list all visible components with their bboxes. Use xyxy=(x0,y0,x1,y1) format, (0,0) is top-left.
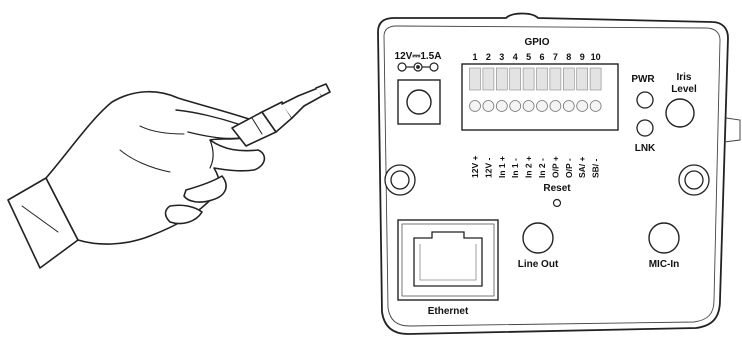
mic-in-port[interactable]: MIC-In xyxy=(648,222,680,270)
gpio-pin-number: 7 xyxy=(553,52,558,62)
gpio-pin-label: In 1 + xyxy=(497,156,507,178)
mic-in-label: MIC-In xyxy=(649,259,680,270)
gpio-pin-number: 9 xyxy=(580,52,585,62)
lnk-label: LNK xyxy=(635,143,656,154)
gpio-terminal-slot[interactable] xyxy=(536,67,548,91)
hand-inserting-plug-icon xyxy=(7,83,331,269)
gpio-terminal-hole[interactable] xyxy=(562,100,575,112)
pwr-led-icon xyxy=(636,91,654,109)
screw-right-icon xyxy=(678,164,710,196)
gpio-terminal-hole[interactable] xyxy=(482,100,495,112)
iris-level-knob[interactable] xyxy=(665,98,695,128)
gpio-terminal-hole[interactable] xyxy=(589,100,602,112)
gpio-terminal-slot[interactable] xyxy=(509,67,522,91)
gpio-terminal-hole[interactable] xyxy=(509,100,522,112)
reset-label: Reset xyxy=(543,183,571,194)
gpio-pin-label: 12V - xyxy=(483,158,493,178)
reset-pinhole-icon[interactable] xyxy=(552,198,562,208)
gpio-terminal-slot[interactable] xyxy=(522,67,535,91)
gpio-terminal-slot[interactable] xyxy=(576,67,589,91)
gpio-pin-number: 3 xyxy=(499,52,504,62)
gpio-pin-label: SA/ + xyxy=(577,156,587,178)
gpio-pin-label: SB/ - xyxy=(591,158,601,178)
pwr-label: PWR xyxy=(631,74,655,85)
gpio-pin-number: 4 xyxy=(513,52,518,62)
gpio-terminal-slot[interactable] xyxy=(482,67,495,91)
power-connector[interactable]: 12V⎓1.5A xyxy=(395,51,442,125)
gpio-terminal-hole[interactable] xyxy=(495,100,508,112)
gpio-terminal-hole[interactable] xyxy=(522,100,535,112)
gpio-terminal-hole[interactable] xyxy=(549,100,562,112)
line-out-jack-icon[interactable] xyxy=(522,222,554,254)
gpio-pin-number: 2 xyxy=(486,52,491,62)
ethernet-label: Ethernet xyxy=(428,306,469,317)
gpio-pin-label: O/P - xyxy=(564,158,574,178)
dc-jack[interactable] xyxy=(397,79,441,125)
gpio-terminal-slot[interactable] xyxy=(469,67,481,91)
gpio-terminal-hole[interactable] xyxy=(576,100,589,112)
gpio-terminal-hole[interactable] xyxy=(536,100,548,112)
gpio-pin-label: In 2 + xyxy=(524,156,534,178)
gpio-title: GPIO xyxy=(524,37,549,48)
gpio-pin-number: 8 xyxy=(566,52,571,62)
lnk-led-icon xyxy=(636,119,654,137)
gpio-terminal-slot[interactable] xyxy=(495,67,508,91)
line-out-label: Line Out xyxy=(518,259,559,270)
gpio-pin-label: 12V + xyxy=(470,156,480,178)
gpio-pin-number: 10 xyxy=(591,52,601,62)
iris-label-line2: Level xyxy=(671,84,697,95)
screw-left-icon xyxy=(384,164,416,196)
gpio-terminal-slot[interactable] xyxy=(562,67,575,91)
iris-label-line1: Iris xyxy=(676,72,691,83)
mic-in-jack-icon[interactable] xyxy=(648,222,680,254)
gpio-pin-number: 5 xyxy=(526,52,531,62)
gpio-terminal-slot[interactable] xyxy=(589,67,602,91)
gpio-terminal-slot[interactable] xyxy=(549,67,562,91)
power-rating-label: 12V⎓1.5A xyxy=(395,51,442,62)
gpio-pin-number: 6 xyxy=(539,52,544,62)
gpio-pin-label: O/P + xyxy=(550,156,560,178)
gpio-pin-label: In 2 - xyxy=(537,158,547,178)
gpio-pin-number: 1 xyxy=(472,52,477,62)
gpio-pin-label: In 1 - xyxy=(510,158,520,178)
rj45-socket-icon xyxy=(413,231,483,287)
gpio-terminal-hole[interactable] xyxy=(469,100,481,112)
camera-rear-panel-diagram: 12V⎓1.5A GPIO 1 2 3 4 5 6 7 8 9 10 12V +12V - In 1… xyxy=(7,12,741,335)
